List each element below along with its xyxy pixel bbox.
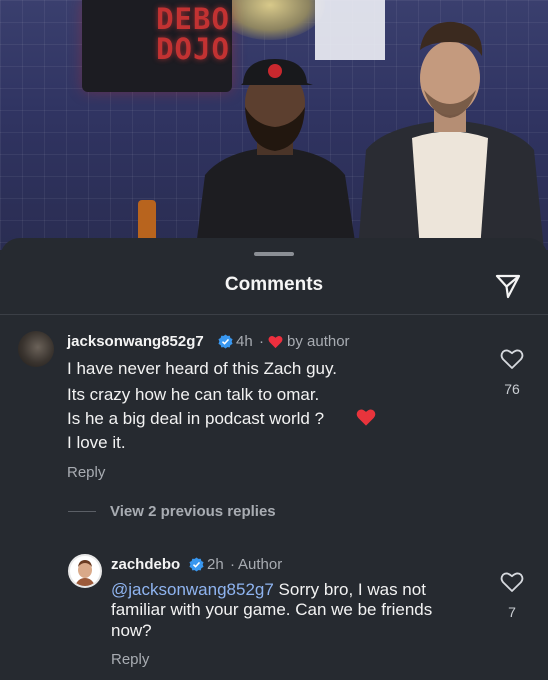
avatar[interactable] xyxy=(68,554,102,588)
verified-badge-icon xyxy=(189,557,204,572)
view-replies-button[interactable]: View 2 previous replies xyxy=(110,503,276,520)
comment-time: 2h xyxy=(207,556,224,573)
reply-button[interactable]: Reply xyxy=(67,464,105,481)
author-tag: Author xyxy=(238,556,283,573)
avatar[interactable] xyxy=(18,331,54,367)
comment-text-line: I love it. xyxy=(67,433,126,452)
like-count: 7 xyxy=(508,604,516,620)
meta-separator: · xyxy=(230,556,235,573)
header-divider xyxy=(0,314,548,315)
comment-username[interactable]: zachdebo xyxy=(111,556,180,573)
sheet-title: Comments xyxy=(224,274,324,295)
person-left xyxy=(195,59,357,250)
liked-by-author: by author xyxy=(287,333,350,350)
comment-text-line: now? xyxy=(111,621,152,640)
red-heart-emoji-icon xyxy=(356,409,376,426)
paper-plane-icon[interactable] xyxy=(494,272,522,300)
replies-connector xyxy=(68,511,96,512)
comment-text-line: Its crazy how he can talk to omar. xyxy=(67,385,320,404)
comment-text-fragment: Sorry bro, I was not xyxy=(273,580,426,599)
like-heart-icon[interactable] xyxy=(500,571,524,593)
mention-link[interactable]: @jacksonwang852g7 xyxy=(111,580,274,599)
sign-line-1: DEBO xyxy=(156,2,230,36)
comments-sheet: Comments jacksonwang852g7 4h · by author… xyxy=(0,238,548,680)
verified-badge-icon xyxy=(218,334,233,349)
comment-text-line: @jacksonwang852g7 Sorry bro, I was not xyxy=(111,580,426,600)
heart-icon xyxy=(268,336,283,349)
comment-text-line: I have never heard of this Zach guy. xyxy=(67,359,337,378)
person-right xyxy=(358,21,544,250)
avatar-drawing xyxy=(75,560,95,586)
like-heart-icon[interactable] xyxy=(500,348,524,370)
like-count: 76 xyxy=(504,381,520,397)
comment-text-line: Is he a big deal in podcast world ? xyxy=(67,409,325,428)
comment-username[interactable]: jacksonwang852g7 xyxy=(67,333,204,350)
reply-button[interactable]: Reply xyxy=(111,651,149,668)
comment-time: 4h xyxy=(236,333,253,350)
comment-text-line: familiar with your game. Can we be frien… xyxy=(111,600,433,619)
meta-separator: · xyxy=(259,333,264,350)
drag-handle[interactable] xyxy=(254,252,294,256)
post-photo: DEBO DOJO xyxy=(0,0,548,250)
